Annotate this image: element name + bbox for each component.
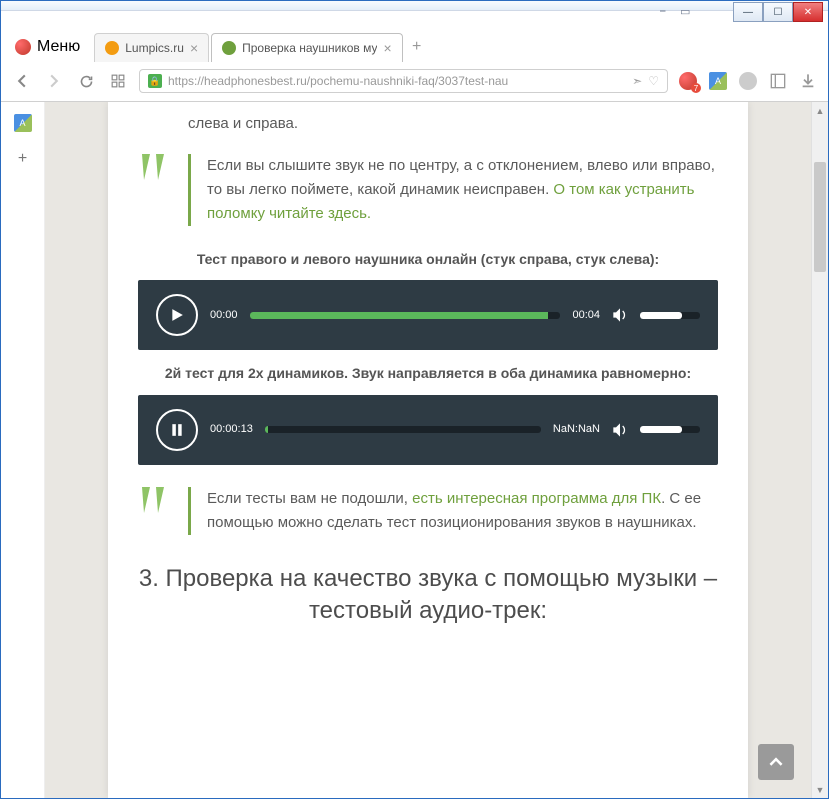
opera-ext-icon[interactable]: 7 (678, 71, 698, 91)
volume-fill (640, 312, 682, 319)
intro-fragment: слева и справа. (188, 102, 718, 136)
audio-player-1: 00:00 00:04 (138, 280, 718, 350)
volume-fill (640, 426, 682, 433)
new-tab-button[interactable]: + (405, 35, 429, 59)
menu-label: Меню (37, 38, 80, 56)
tab-title: Lumpics.ru (125, 41, 184, 55)
quote-block-2: Если тесты вам не подошли, есть интересн… (138, 487, 718, 535)
lock-icon: 🔒 (148, 74, 162, 88)
player1-caption: Тест правого и левого наушника онлайн (с… (138, 248, 718, 270)
speed-dial-button[interactable] (107, 70, 129, 92)
close-icon[interactable]: × (383, 40, 391, 56)
share-icon[interactable]: ➣ (632, 74, 642, 88)
heart-icon[interactable]: ♡ (648, 74, 659, 88)
window-minimize-button[interactable]: — (733, 2, 763, 22)
quote-link[interactable]: есть интересная программа для ПК (412, 490, 661, 507)
browser-menu-button[interactable]: Меню (5, 34, 90, 60)
opera-logo-icon (15, 39, 31, 55)
section-heading-3: 3. Проверка на качество звука с помощью … (138, 563, 718, 628)
sidebar-toggle-icon[interactable] (768, 71, 788, 91)
close-icon[interactable]: × (190, 40, 198, 56)
pause-button[interactable] (156, 409, 198, 451)
vertical-scrollbar[interactable]: ▲ ▼ (811, 102, 828, 798)
badge-count: 7 (691, 83, 701, 93)
tab-lumpics[interactable]: Lumpics.ru × (94, 33, 209, 62)
tab-title: Проверка наушников му (242, 41, 377, 55)
audio-player-2: 00:00:13 NaN:NaN (138, 395, 718, 465)
volume-icon[interactable] (612, 422, 628, 438)
tab-headphones[interactable]: Проверка наушников му × (211, 33, 403, 62)
nav-forward-button[interactable] (43, 70, 65, 92)
window-close-button[interactable]: ✕ (793, 2, 823, 22)
progress-fill (265, 426, 268, 433)
sidebar-rail: A + (1, 102, 45, 798)
quote-block-1: Если вы слышите звук не по центру, а с о… (138, 154, 718, 226)
favicon-icon (105, 41, 119, 55)
play-button[interactable] (156, 294, 198, 336)
scroll-to-top-button[interactable] (758, 744, 794, 780)
current-time: 00:00 (210, 307, 238, 325)
duration-time: NaN:NaN (553, 421, 600, 439)
scroll-thumb[interactable] (814, 162, 826, 272)
sys-tray-icon: ⎯ (660, 5, 674, 19)
article-content: слева и справа. Если вы слышите звук не … (108, 102, 748, 798)
progress-track[interactable] (250, 312, 561, 319)
player2-caption: 2й тест для 2х динамиков. Звук направляе… (138, 362, 718, 384)
address-bar[interactable]: 🔒 https://headphonesbest.ru/pochemu-naus… (139, 69, 668, 93)
nav-reload-button[interactable] (75, 70, 97, 92)
progress-track[interactable] (265, 426, 541, 433)
translate-sidebar-icon[interactable]: A (12, 112, 34, 134)
nav-back-button[interactable] (11, 70, 33, 92)
current-time: 00:00:13 (210, 421, 253, 439)
volume-track[interactable] (640, 312, 700, 319)
volume-icon[interactable] (612, 307, 628, 323)
window-maximize-button[interactable]: ☐ (763, 2, 793, 22)
downloads-icon[interactable] (798, 71, 818, 91)
volume-track[interactable] (640, 426, 700, 433)
duration-time: 00:04 (572, 307, 600, 325)
sys-tray-icon: ▭ (680, 5, 694, 19)
add-sidebar-icon[interactable]: + (12, 148, 34, 170)
scroll-up-arrow[interactable]: ▲ (812, 102, 828, 119)
quote-mark-icon (138, 154, 170, 226)
url-text: https://headphonesbest.ru/pochemu-naushn… (168, 74, 626, 88)
quote-text-pre: Если тесты вам не подошли, (207, 490, 412, 507)
translate-ext-icon[interactable]: A (708, 71, 728, 91)
scroll-down-arrow[interactable]: ▼ (812, 781, 828, 798)
profile-icon[interactable] (738, 71, 758, 91)
progress-fill (250, 312, 549, 319)
favicon-icon (222, 41, 236, 55)
quote-mark-icon (138, 487, 170, 535)
